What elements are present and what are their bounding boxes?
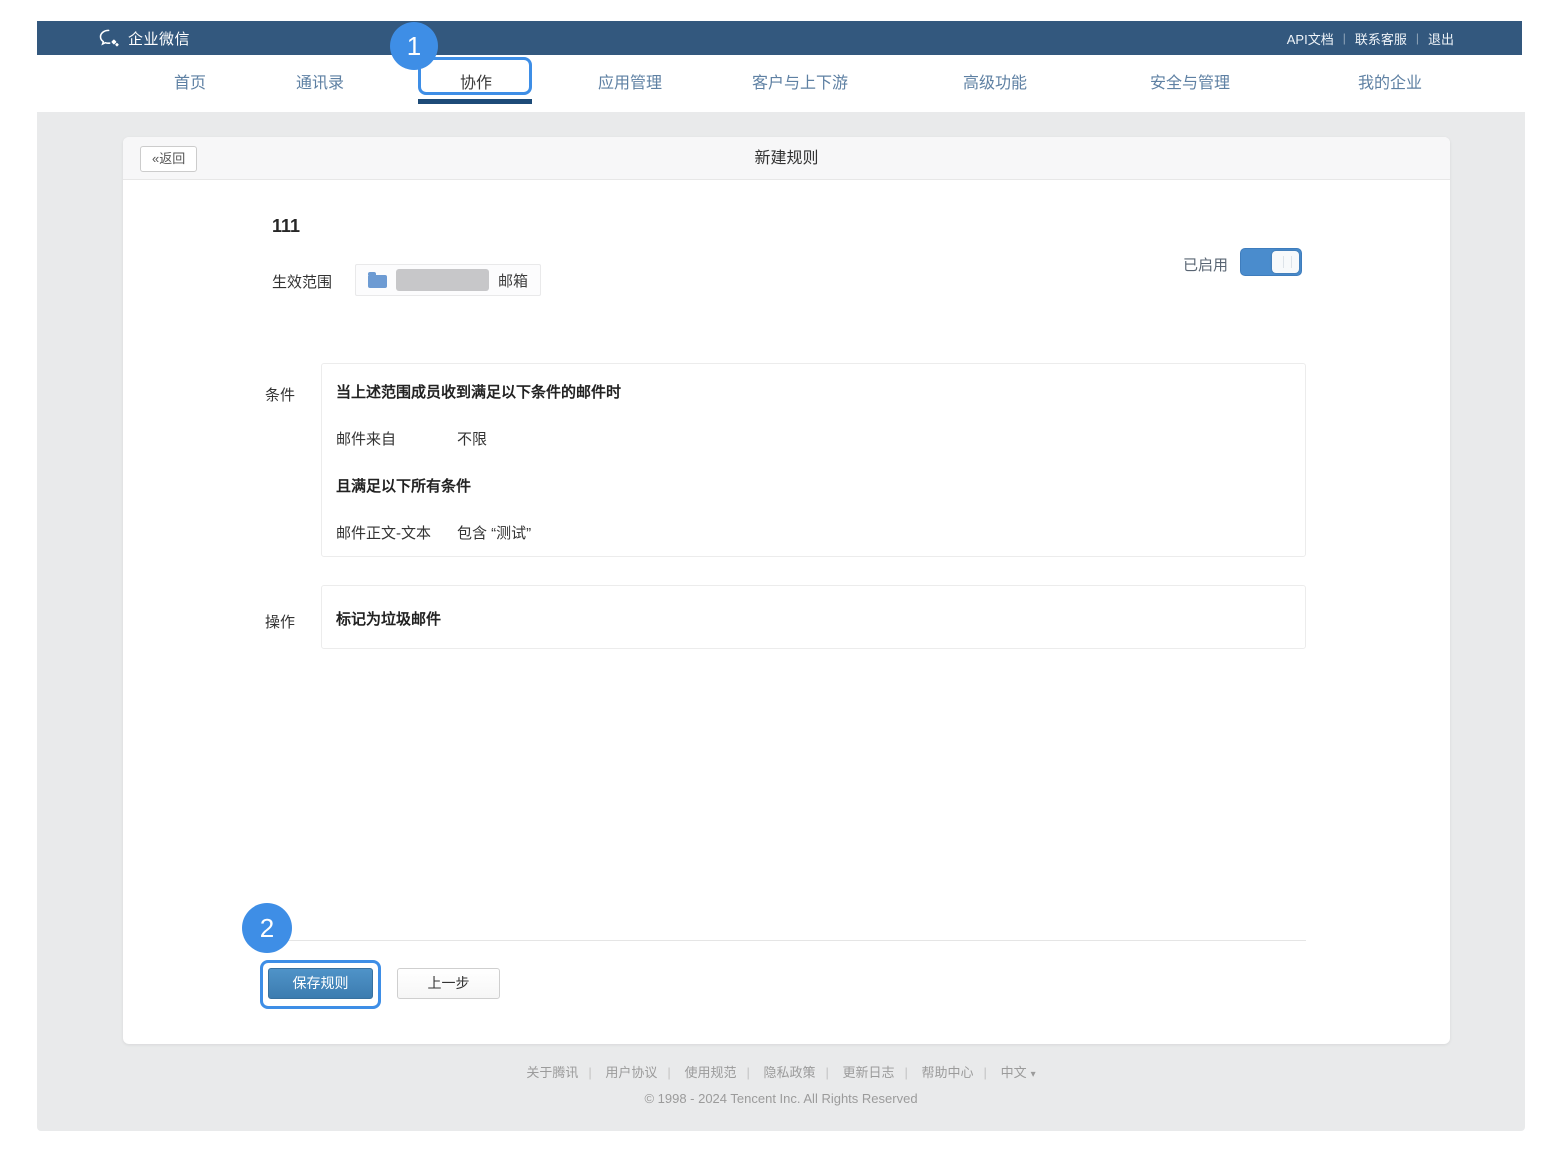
footer-link-rules[interactable]: 使用规范 <box>684 1065 736 1080</box>
topbar-links: API文档 | 联系客服 | 退出 <box>1287 29 1454 48</box>
language-selector[interactable]: 中文 <box>1001 1065 1027 1080</box>
separator: | <box>1416 31 1419 45</box>
copyright: © 1998 - 2024 Tencent Inc. All Rights Re… <box>37 1091 1525 1106</box>
contact-support-link[interactable]: 联系客服 <box>1355 29 1407 48</box>
tab-home[interactable]: 首页 <box>174 55 206 112</box>
folder-icon <box>368 275 387 288</box>
separator: | <box>825 1065 828 1080</box>
scope-label: 生效范围 <box>272 271 332 292</box>
annotation-badge-step2: 2 <box>242 903 292 953</box>
rule-name: 111 <box>272 216 300 237</box>
button-row-divider <box>272 940 1306 941</box>
enabled-label: 已启用 <box>1183 254 1228 275</box>
condition-field: 邮件正文-文本 <box>336 523 457 544</box>
footer-links: 关于腾讯 | 用户协议 | 使用规范 | 隐私政策 | 更新日志 | 帮助中心 | 中文 ▾ <box>37 1062 1525 1081</box>
condition-value: 包含 “测试” <box>457 523 531 544</box>
toggle-knob <box>1272 251 1299 273</box>
new-rule-panel: «返回 新建规则 111 生效范围 邮箱 已启用 条件 当上述范围成员收到满足以… <box>123 137 1450 1044</box>
tab-advanced[interactable]: 高级功能 <box>963 55 1027 112</box>
active-tab-underline <box>418 99 532 104</box>
condition-row: 邮件来自 不限 <box>336 429 1291 450</box>
separator: | <box>746 1065 749 1080</box>
separator: | <box>588 1065 591 1080</box>
footer-link-terms[interactable]: 用户协议 <box>605 1065 657 1080</box>
condition-subheading: 且满足以下所有条件 <box>336 476 1291 497</box>
footer-link-about[interactable]: 关于腾讯 <box>526 1065 578 1080</box>
api-docs-link[interactable]: API文档 <box>1287 29 1334 48</box>
top-bar: 企业微信 API文档 | 联系客服 | 退出 <box>37 21 1522 55</box>
caret-down-icon: ▾ <box>1031 1069 1036 1080</box>
save-rule-button[interactable]: 保存规则 <box>268 968 373 999</box>
footer-link-help[interactable]: 帮助中心 <box>922 1065 974 1080</box>
separator: | <box>905 1065 908 1080</box>
scope-chip: 邮箱 <box>355 264 541 296</box>
previous-step-button[interactable]: 上一步 <box>397 968 500 999</box>
redacted-text <box>396 269 489 291</box>
tab-contacts[interactable]: 通讯录 <box>296 55 344 112</box>
main-nav: 首页 通讯录 协作 应用管理 客户与上下游 高级功能 安全与管理 我的企业 <box>37 55 1522 112</box>
tab-my-company[interactable]: 我的企业 <box>1358 55 1422 112</box>
condition-label: 条件 <box>265 384 295 405</box>
separator: | <box>1343 31 1346 45</box>
panel-header: «返回 新建规则 <box>123 137 1450 180</box>
site-footer: 关于腾讯| 用户协议| 使用规范| 隐私政策| 更新日志| 帮助中心| 中文▾ … <box>37 1062 1525 1106</box>
action-value: 标记为垃圾邮件 <box>336 608 1291 629</box>
action-label: 操作 <box>265 611 295 632</box>
condition-row: 邮件正文-文本 包含 “测试” <box>336 523 1291 544</box>
brand: 企业微信 <box>99 28 190 49</box>
page-title: 新建规则 <box>123 137 1450 180</box>
tab-security[interactable]: 安全与管理 <box>1150 55 1230 112</box>
enabled-toggle[interactable] <box>1240 248 1302 276</box>
tab-customers[interactable]: 客户与上下游 <box>752 55 848 112</box>
footer-link-changelog[interactable]: 更新日志 <box>843 1065 895 1080</box>
condition-value: 不限 <box>457 429 487 450</box>
action-box: 标记为垃圾邮件 <box>321 585 1306 649</box>
tab-app-management[interactable]: 应用管理 <box>598 55 662 112</box>
scope-chip-text: 邮箱 <box>498 270 528 291</box>
wechat-work-logo-icon <box>99 29 121 48</box>
footer-link-privacy[interactable]: 隐私政策 <box>763 1065 815 1080</box>
condition-field: 邮件来自 <box>336 429 457 450</box>
content-area: «返回 新建规则 111 生效范围 邮箱 已启用 条件 当上述范围成员收到满足以… <box>37 112 1525 1131</box>
brand-name: 企业微信 <box>128 28 190 49</box>
separator: | <box>984 1065 987 1080</box>
condition-heading: 当上述范围成员收到满足以下条件的邮件时 <box>336 382 1291 403</box>
condition-box: 当上述范围成员收到满足以下条件的邮件时 邮件来自 不限 且满足以下所有条件 邮件… <box>321 363 1306 557</box>
separator: | <box>667 1065 670 1080</box>
logout-link[interactable]: 退出 <box>1428 29 1454 48</box>
